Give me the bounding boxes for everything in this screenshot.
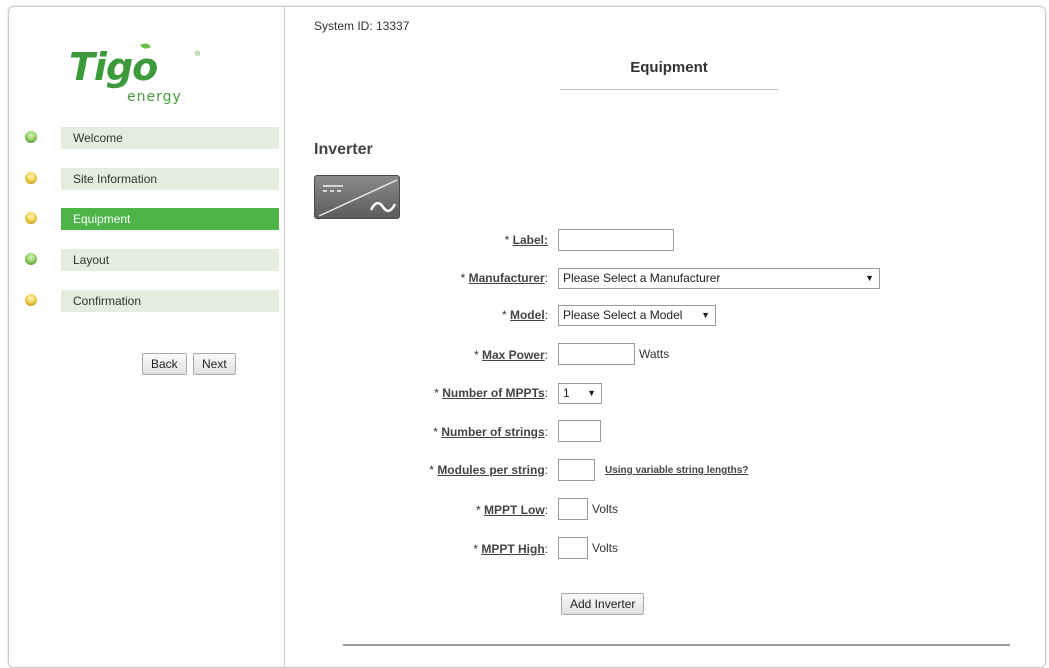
page-title: Equipment (630, 59, 708, 76)
label-row: * Label: (285, 229, 548, 251)
max-power-field-label: * Max Power: (473, 348, 548, 362)
mppt-high-field-label: * MPPT High: (473, 542, 548, 556)
modules-row: * Modules per string: (285, 459, 548, 481)
status-yellow-icon (25, 172, 37, 184)
mppt-low-input[interactable] (558, 498, 588, 520)
chevron-down-icon: ▼ (865, 273, 874, 283)
model-row: * Model: (285, 304, 548, 326)
system-id: System ID: 13337 (314, 19, 410, 33)
label-input[interactable] (558, 229, 674, 251)
status-green-icon (25, 131, 37, 143)
modules-input[interactable] (558, 459, 595, 481)
sidebar-item-label: Site Information (61, 168, 279, 190)
status-yellow-icon (25, 212, 37, 224)
sidebar-item-label: Confirmation (61, 290, 279, 312)
manufacturer-field-label: * Manufacturer: (460, 271, 548, 285)
status-yellow-icon (25, 294, 37, 306)
strings-input[interactable] (558, 420, 601, 442)
sidebar-item-equipment[interactable]: Equipment (9, 206, 284, 230)
model-selected-value: Please Select a Model (563, 308, 683, 322)
section-title: Inverter (314, 141, 373, 158)
manufacturer-select[interactable]: Please Select a Manufacturer ▼ (558, 268, 880, 289)
sidebar-item-confirmation[interactable]: Confirmation (9, 288, 284, 312)
variable-string-lengths-link[interactable]: Using variable string lengths? (605, 460, 748, 482)
title-divider (560, 89, 778, 90)
mppt-low-unit: Volts (592, 502, 619, 516)
app-frame: Tigo ® energy Welcome Site Information E… (8, 6, 1046, 668)
max-power-input[interactable] (558, 343, 635, 365)
chevron-down-icon: ▼ (587, 388, 596, 398)
sidebar-item-label: Layout (61, 249, 279, 271)
logo-wordmark: Tigo (69, 45, 158, 89)
mppts-row: * Number of MPPTs: (285, 382, 548, 404)
mppts-selected-value: 1 (563, 386, 570, 400)
max-power-row: * Max Power: (285, 344, 548, 366)
mppt-low-row: * MPPT Low: (285, 499, 548, 521)
strings-row: * Number of strings: (285, 421, 548, 443)
sidebar-item-welcome[interactable]: Welcome (9, 125, 284, 149)
main-content: System ID: 13337 Equipment Inverter * La… (285, 7, 1045, 667)
label-field-label: * Label: (504, 233, 548, 247)
tigo-energy-logo: Tigo ® energy (69, 41, 209, 115)
logo-subtitle: energy (127, 89, 182, 105)
next-button[interactable]: Next (193, 353, 236, 375)
model-field-label: * Model: (501, 308, 548, 322)
mppts-select[interactable]: 1 ▼ (558, 383, 602, 404)
max-power-unit: Watts (639, 347, 670, 361)
status-green-icon (25, 253, 37, 265)
sidebar-item-layout[interactable]: Layout (9, 247, 284, 271)
sidebar-item-label: Welcome (61, 127, 279, 149)
sidebar-item-label: Equipment (61, 208, 279, 230)
manufacturer-row: * Manufacturer: (285, 267, 548, 289)
add-inverter-button[interactable]: Add Inverter (561, 593, 645, 615)
model-select[interactable]: Please Select a Model ▼ (558, 305, 716, 326)
mppt-low-field-label: * MPPT Low: (475, 503, 548, 517)
modules-field-label: * Modules per string: (429, 463, 548, 477)
logo-registered-mark: ® (195, 51, 201, 58)
strings-field-label: * Number of strings: (433, 425, 548, 439)
chevron-down-icon: ▼ (701, 310, 710, 320)
mppt-high-input[interactable] (558, 537, 588, 559)
dc-to-ac-inverter-icon (314, 175, 400, 219)
mppt-high-unit: Volts (592, 541, 619, 555)
back-button[interactable]: Back (142, 353, 187, 375)
sidebar-item-site-information[interactable]: Site Information (9, 166, 284, 190)
manufacturer-selected-value: Please Select a Manufacturer (563, 271, 721, 285)
sidebar: Tigo ® energy Welcome Site Information E… (9, 7, 285, 667)
section-divider (343, 644, 1010, 646)
mppts-field-label: * Number of MPPTs: (434, 386, 548, 400)
mppt-high-row: * MPPT High: (285, 538, 548, 560)
